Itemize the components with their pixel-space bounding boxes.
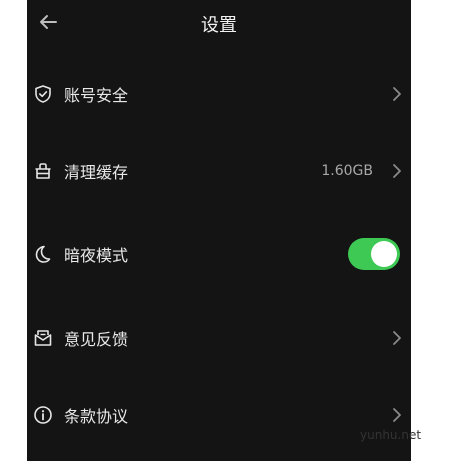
terms-label: 条款协议	[64, 407, 129, 426]
clear-cache-label: 清理缓存	[64, 163, 129, 182]
feedback-row[interactable]: 意见反馈	[27, 318, 411, 358]
feedback-label: 意见反馈	[64, 330, 129, 349]
clear-cache-row[interactable]: 清理缓存 1.60GB	[27, 151, 411, 191]
dark-mode-row: 暗夜模式	[27, 234, 411, 274]
shield-icon	[35, 85, 51, 103]
account-security-label: 账号安全	[64, 86, 129, 105]
page-title: 设置	[201, 15, 237, 36]
info-icon	[34, 406, 52, 424]
header: 设置	[27, 0, 411, 48]
moon-icon	[35, 245, 51, 263]
envelope-icon	[34, 330, 52, 346]
dark-mode-label: 暗夜模式	[64, 246, 129, 265]
chevron-right-icon	[393, 164, 401, 178]
basket-icon	[35, 163, 51, 179]
chevron-right-icon	[393, 87, 401, 101]
cache-size-value: 1.60GB	[321, 163, 373, 179]
chevron-right-icon	[393, 331, 401, 345]
watermark: yunhu.net	[360, 428, 422, 442]
settings-screen: 设置 账号安全 清理缓存 1.60GB 暗夜模式 意见反馈 条款协议	[27, 0, 411, 461]
terms-row[interactable]: 条款协议	[27, 395, 411, 435]
account-security-row[interactable]: 账号安全	[27, 74, 411, 114]
dark-mode-toggle[interactable]	[348, 238, 400, 270]
toggle-knob	[371, 241, 397, 267]
chevron-right-icon	[393, 408, 401, 422]
